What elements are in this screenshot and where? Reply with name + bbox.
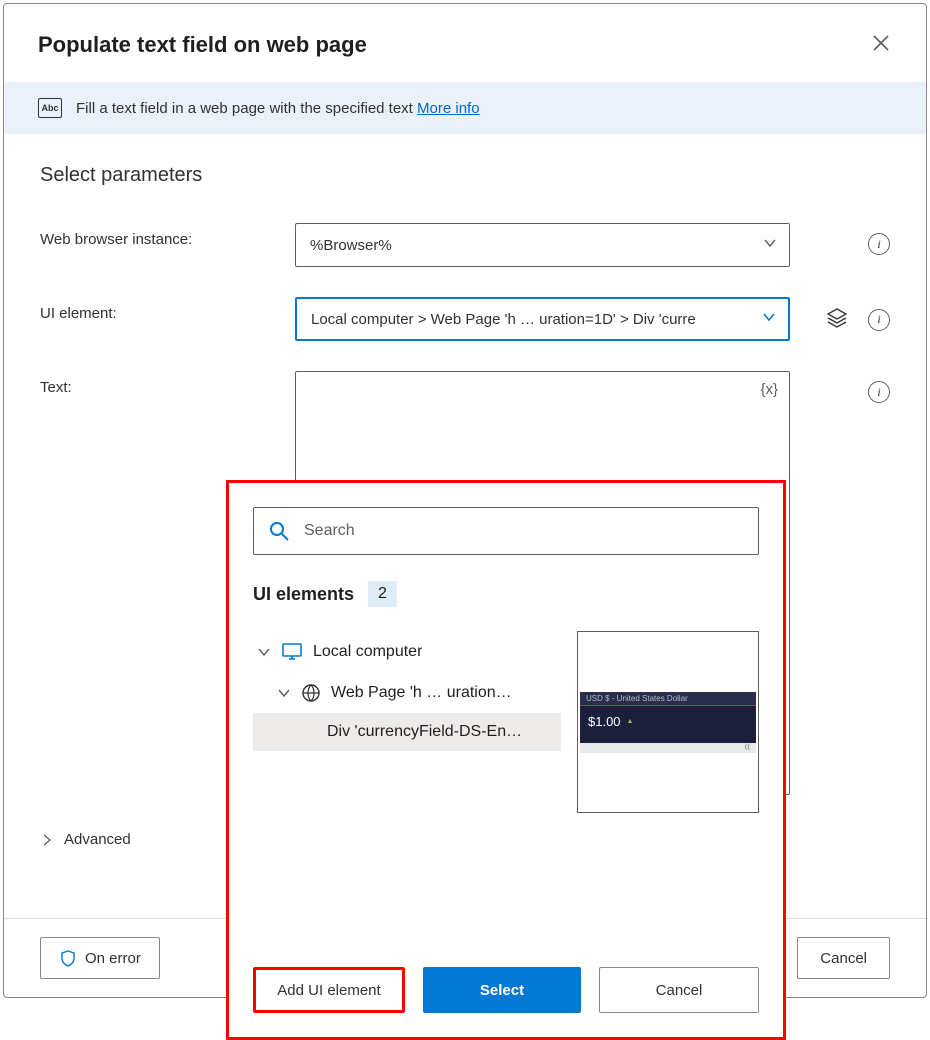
ui-element-select[interactable]: Local computer > Web Page 'h … uration=1… (295, 297, 790, 341)
globe-icon (301, 683, 321, 703)
more-info-link[interactable]: More info (417, 100, 480, 117)
param-text-label: Text: (40, 371, 275, 396)
dialog-header: Populate text field on web page (4, 4, 926, 82)
close-button[interactable] (866, 26, 896, 64)
popup-footer: Add UI element Select Cancel (253, 949, 759, 1037)
tree-node-webpage[interactable]: Web Page 'h … uration… (253, 673, 561, 713)
monitor-icon (281, 641, 303, 663)
tree-node-div[interactable]: Div 'currencyField-DS-En… (253, 713, 561, 751)
preview-thumbnail: USD $ - United States Dollar $1.00 ▲ ⟨⟨ (577, 631, 759, 813)
info-icon[interactable]: i (868, 233, 890, 255)
browser-select[interactable]: %Browser% (295, 223, 790, 267)
ui-element-popup: UI elements 2 Local computer Web Page 'h… (226, 480, 786, 1040)
chevron-right-icon (40, 833, 54, 847)
popup-cancel-button[interactable]: Cancel (599, 967, 759, 1013)
tree-container: Local computer Web Page 'h … uration… Di… (253, 631, 759, 949)
variable-icon[interactable]: {x} (760, 381, 778, 398)
abc-icon: Abc (38, 98, 62, 118)
count-badge: 2 (368, 581, 397, 607)
select-button[interactable]: Select (423, 967, 581, 1013)
param-browser-label: Web browser instance: (40, 223, 275, 248)
content: Select parameters Web browser instance: … (4, 134, 926, 918)
dialog-title: Populate text field on web page (38, 32, 367, 58)
chevron-down-icon (257, 645, 271, 659)
cancel-button[interactable]: Cancel (797, 937, 890, 979)
info-icon[interactable]: i (868, 309, 890, 331)
param-ui-element-row: UI element: Local computer > Web Page 'h… (40, 297, 890, 341)
tree-node-local[interactable]: Local computer (253, 631, 561, 673)
chevron-down-icon (763, 236, 777, 254)
chevron-down-icon (277, 686, 291, 700)
layers-icon[interactable] (826, 307, 848, 332)
param-ui-element-label: UI element: (40, 297, 275, 322)
shield-icon (59, 949, 77, 967)
info-banner: Abc Fill a text field in a web page with… (4, 82, 926, 134)
dialog: Populate text field on web page Abc Fill… (3, 3, 927, 998)
close-icon (872, 34, 890, 52)
add-ui-element-button[interactable]: Add UI element (253, 967, 405, 1013)
search-input[interactable] (304, 522, 744, 540)
preview-content: USD $ - United States Dollar $1.00 ▲ ⟨⟨ (580, 692, 756, 753)
param-browser-row: Web browser instance: %Browser% i (40, 223, 890, 267)
info-text: Fill a text field in a web page with the… (76, 100, 480, 117)
chevron-down-icon (762, 310, 776, 328)
search-box[interactable] (253, 507, 759, 555)
section-title: Select parameters (40, 164, 890, 187)
ui-elements-header: UI elements 2 (253, 581, 759, 607)
on-error-button[interactable]: On error (40, 937, 160, 979)
info-icon[interactable]: i (868, 381, 890, 403)
search-icon (268, 520, 290, 542)
